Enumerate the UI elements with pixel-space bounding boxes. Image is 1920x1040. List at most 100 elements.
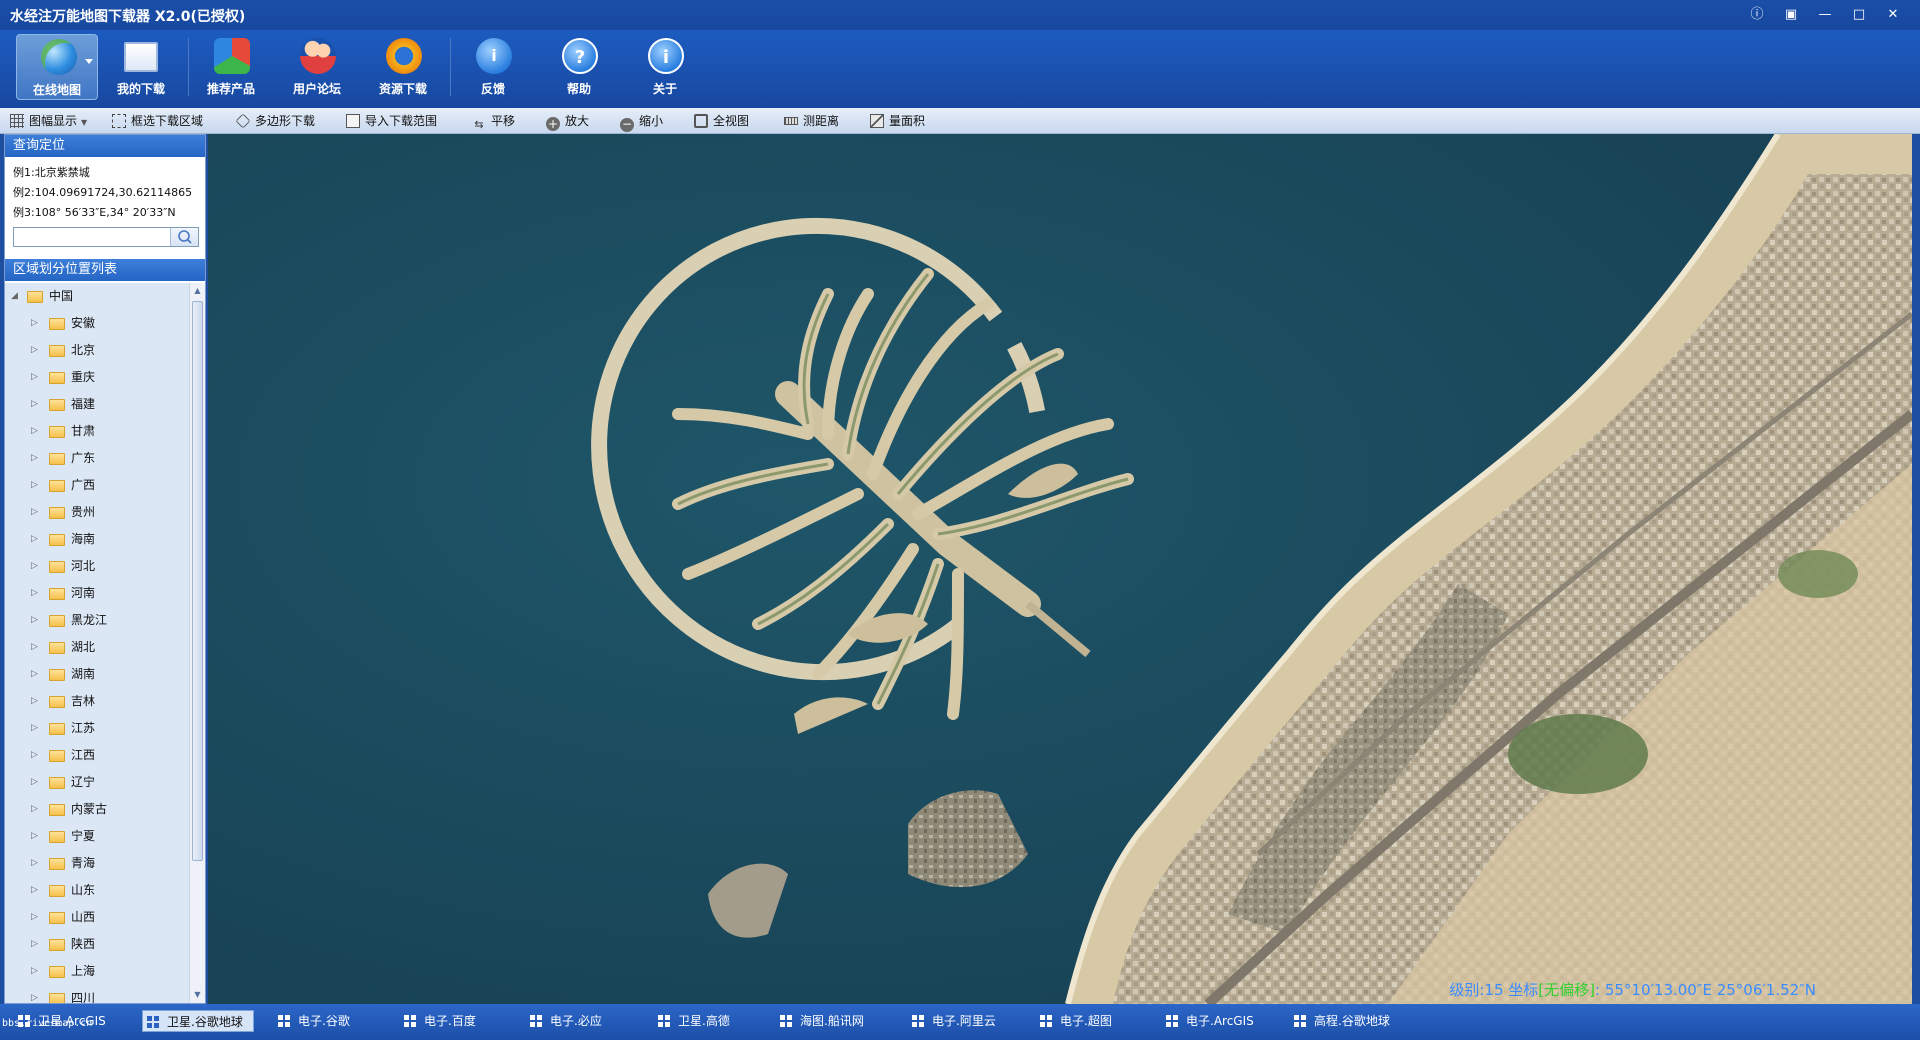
pan-tool[interactable]: ⇆ 平移	[472, 112, 515, 131]
close-button[interactable]: ✕	[1878, 4, 1908, 26]
search-input[interactable]	[16, 229, 166, 245]
tree-item-province[interactable]: ▷ 江西	[5, 742, 191, 769]
tree-item-province[interactable]: ▷ 山西	[5, 904, 191, 931]
full-view-tool[interactable]: 全视图	[694, 112, 749, 130]
resource-download-button[interactable]: 资源下载	[362, 34, 444, 100]
maximize-button[interactable]: □	[1844, 4, 1874, 26]
online-map-button[interactable]: 在线地图	[16, 34, 98, 100]
tree-item-province[interactable]: ▷ 海南	[5, 526, 191, 553]
polygon-download-tool[interactable]: 多边形下载	[235, 112, 315, 130]
tree-root-china[interactable]: ◢ 中国	[5, 283, 191, 310]
expand-arrow-icon[interactable]: ▷	[31, 796, 38, 823]
import-range-tool[interactable]: 导入下载范围	[346, 112, 437, 130]
tree-scrollbar[interactable]: ▲ ▼	[189, 283, 205, 1003]
expand-arrow-icon[interactable]: ▷	[31, 310, 38, 337]
expand-arrow-icon[interactable]: ◢	[11, 283, 18, 310]
tab-satellite-gaode[interactable]: 卫星.高德	[654, 1010, 740, 1032]
scrollbar-thumb[interactable]	[192, 301, 203, 861]
zoom-out-tool[interactable]: − 缩小	[620, 112, 663, 132]
tree-item-province[interactable]: ▷ 江苏	[5, 715, 191, 742]
tab-map-arcgis[interactable]: 电子.ArcGIS	[1162, 1010, 1264, 1032]
tree-item-province[interactable]: ▷ 四川	[5, 985, 191, 1003]
expand-arrow-icon[interactable]: ▷	[31, 634, 38, 661]
tree-item-province[interactable]: ▷ 内蒙古	[5, 796, 191, 823]
tree-item-province[interactable]: ▷ 安徽	[5, 310, 191, 337]
tab-elevation-google-earth[interactable]: 高程.谷歌地球	[1290, 1010, 1400, 1032]
tree-item-province[interactable]: ▷ 河南	[5, 580, 191, 607]
tree-item-province[interactable]: ▷ 陕西	[5, 931, 191, 958]
select-area-tool[interactable]: 框选下载区域	[112, 112, 203, 130]
about-button[interactable]: i 关于	[624, 34, 706, 100]
tree-item-province[interactable]: ▷ 吉林	[5, 688, 191, 715]
tab-satellite-google-earth[interactable]: 卫星.谷歌地球	[142, 1010, 254, 1032]
tree-item-province[interactable]: ▷ 福建	[5, 391, 191, 418]
expand-arrow-icon[interactable]: ▷	[31, 688, 38, 715]
minimize-button[interactable]: —	[1810, 4, 1840, 26]
expand-arrow-icon[interactable]: ▷	[31, 526, 38, 553]
expand-arrow-icon[interactable]: ▷	[31, 931, 38, 958]
expand-arrow-icon[interactable]: ▷	[31, 715, 38, 742]
map-view[interactable]: 级别:15 坐标[无偏移]: 55°10′13.00″E 25°06′1.52″…	[208, 134, 1912, 1004]
user-forum-button[interactable]: 用户论坛	[276, 34, 358, 100]
tree-item-province[interactable]: ▷ 广东	[5, 445, 191, 472]
tree-item-province[interactable]: ▷ 北京	[5, 337, 191, 364]
expand-arrow-icon[interactable]: ▷	[31, 877, 38, 904]
expand-arrow-icon[interactable]: ▷	[31, 958, 38, 985]
full-view-label: 全视图	[713, 114, 750, 128]
tree-item-province[interactable]: ▷ 青海	[5, 850, 191, 877]
tree-item-province[interactable]: ▷ 重庆	[5, 364, 191, 391]
tab-map-bing[interactable]: 电子.必应	[526, 1010, 612, 1032]
expand-arrow-icon[interactable]: ▷	[31, 499, 38, 526]
expand-arrow-icon[interactable]: ▷	[31, 418, 38, 445]
tree-item-province[interactable]: ▷ 宁夏	[5, 823, 191, 850]
tree-item-province[interactable]: ▷ 湖北	[5, 634, 191, 661]
ribbon: 在线地图 我的下载 推荐产品 用户论坛 资源下载 i 反馈 ? 帮助 i 关于	[0, 30, 1920, 108]
expand-arrow-icon[interactable]: ▷	[31, 769, 38, 796]
expand-arrow-icon[interactable]: ▷	[31, 904, 38, 931]
expand-arrow-icon[interactable]: ▷	[31, 742, 38, 769]
measure-area-tool[interactable]: 量面积	[870, 112, 925, 130]
scroll-up-icon[interactable]: ▲	[192, 284, 203, 298]
tree-item-province[interactable]: ▷ 贵州	[5, 499, 191, 526]
expand-arrow-icon[interactable]: ▷	[31, 607, 38, 634]
tree-item-province[interactable]: ▷ 黑龙江	[5, 607, 191, 634]
expand-arrow-icon[interactable]: ▷	[31, 661, 38, 688]
folder-icon	[49, 885, 65, 897]
expand-arrow-icon[interactable]: ▷	[31, 823, 38, 850]
expand-arrow-icon[interactable]: ▷	[31, 553, 38, 580]
scroll-down-icon[interactable]: ▼	[192, 988, 203, 1002]
expand-arrow-icon[interactable]: ▷	[31, 850, 38, 877]
expand-arrow-icon[interactable]: ▷	[31, 580, 38, 607]
tab-map-google[interactable]: 电子.谷歌	[274, 1010, 360, 1032]
info-window-icon[interactable]: ⓘ	[1742, 4, 1772, 26]
feedback-button[interactable]: i 反馈	[452, 34, 534, 100]
help-button[interactable]: ? 帮助	[538, 34, 620, 100]
tab-chart-shipxy[interactable]: 海图.船讯网	[776, 1010, 874, 1032]
tab-map-aliyun[interactable]: 电子.阿里云	[908, 1010, 1006, 1032]
tree-item-label: 贵州	[71, 505, 96, 519]
measure-distance-tool[interactable]: 测距离	[784, 112, 839, 130]
tree-item-province[interactable]: ▷ 湖南	[5, 661, 191, 688]
my-downloads-button[interactable]: 我的下载	[100, 34, 182, 100]
expand-arrow-icon[interactable]: ▷	[31, 337, 38, 364]
full-view-icon	[694, 114, 708, 128]
zoom-in-tool[interactable]: + 放大	[546, 112, 589, 131]
frame-display-tool[interactable]: 图幅显示 ▼	[10, 112, 87, 130]
expand-arrow-icon[interactable]: ▷	[31, 391, 38, 418]
expand-arrow-icon[interactable]: ▷	[31, 445, 38, 472]
tree-item-province[interactable]: ▷ 河北	[5, 553, 191, 580]
skin-window-icon[interactable]: ▣	[1776, 4, 1806, 26]
tree-item-province[interactable]: ▷ 上海	[5, 958, 191, 985]
tab-map-supermap[interactable]: 电子.超图	[1036, 1010, 1122, 1032]
dropdown-arrow-icon[interactable]	[85, 59, 93, 64]
expand-arrow-icon[interactable]: ▷	[31, 472, 38, 499]
tree-item-province[interactable]: ▷ 辽宁	[5, 769, 191, 796]
tree-item-province[interactable]: ▷ 广西	[5, 472, 191, 499]
tree-item-province[interactable]: ▷ 甘肃	[5, 418, 191, 445]
search-button[interactable]	[170, 228, 198, 246]
recommended-products-button[interactable]: 推荐产品	[190, 34, 272, 100]
expand-arrow-icon[interactable]: ▷	[31, 364, 38, 391]
tree-item-province[interactable]: ▷ 山东	[5, 877, 191, 904]
expand-arrow-icon[interactable]: ▷	[31, 985, 38, 1003]
tab-map-baidu[interactable]: 电子.百度	[400, 1010, 486, 1032]
